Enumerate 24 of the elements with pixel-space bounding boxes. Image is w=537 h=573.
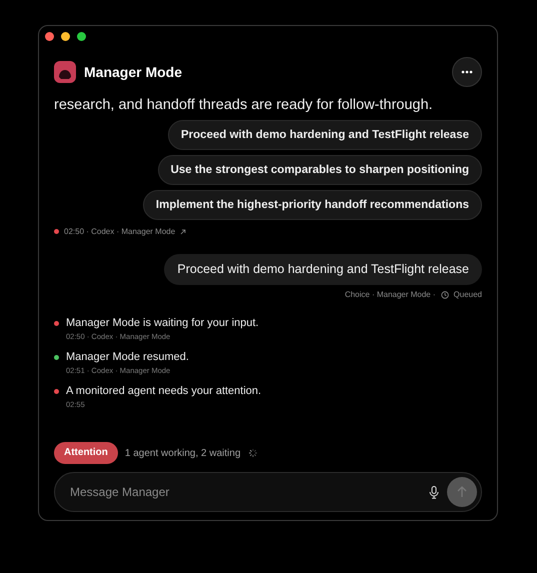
queued-status: Queued	[454, 290, 482, 299]
message-text: research, and handoff threads are ready for follow-through.	[54, 97, 434, 113]
user-message: Proceed with demo hardening and TestFlight release	[164, 254, 482, 285]
choice-button[interactable]: Use the strongest comparables to sharpen positioning	[158, 155, 482, 185]
message-meta: 02:50 · Codex · Manager Mode	[64, 227, 176, 236]
zoom-button[interactable]	[77, 32, 86, 41]
choice-button[interactable]: Proceed with demo hardening and TestFlight release	[168, 120, 482, 150]
more-icon[interactable]	[461, 70, 473, 74]
attention-badge: Attention	[54, 442, 118, 464]
close-button[interactable]	[45, 32, 54, 41]
window-title: Manager Mode	[84, 64, 182, 80]
choice-button[interactable]: Implement the highest-priority handoff recommendations	[142, 190, 482, 220]
event-title: A monitored agent needs your attention.	[66, 385, 262, 397]
message-field[interactable]: Message Manager	[54, 472, 482, 512]
clock-icon	[440, 290, 449, 298]
spinner-icon	[248, 448, 258, 458]
microphone-icon[interactable]	[429, 486, 439, 498]
event-title: Manager Mode is waiting for your input.	[66, 317, 259, 329]
message-meta: Choice · Manager Mode ·	[344, 290, 436, 299]
app-logo-icon	[54, 61, 76, 83]
minimize-button[interactable]	[61, 32, 70, 41]
external-link-icon[interactable]	[180, 228, 186, 234]
event-title: Manager Mode resumed.	[66, 351, 189, 363]
agent-status: 1 agent working, 2 waiting	[124, 448, 241, 458]
